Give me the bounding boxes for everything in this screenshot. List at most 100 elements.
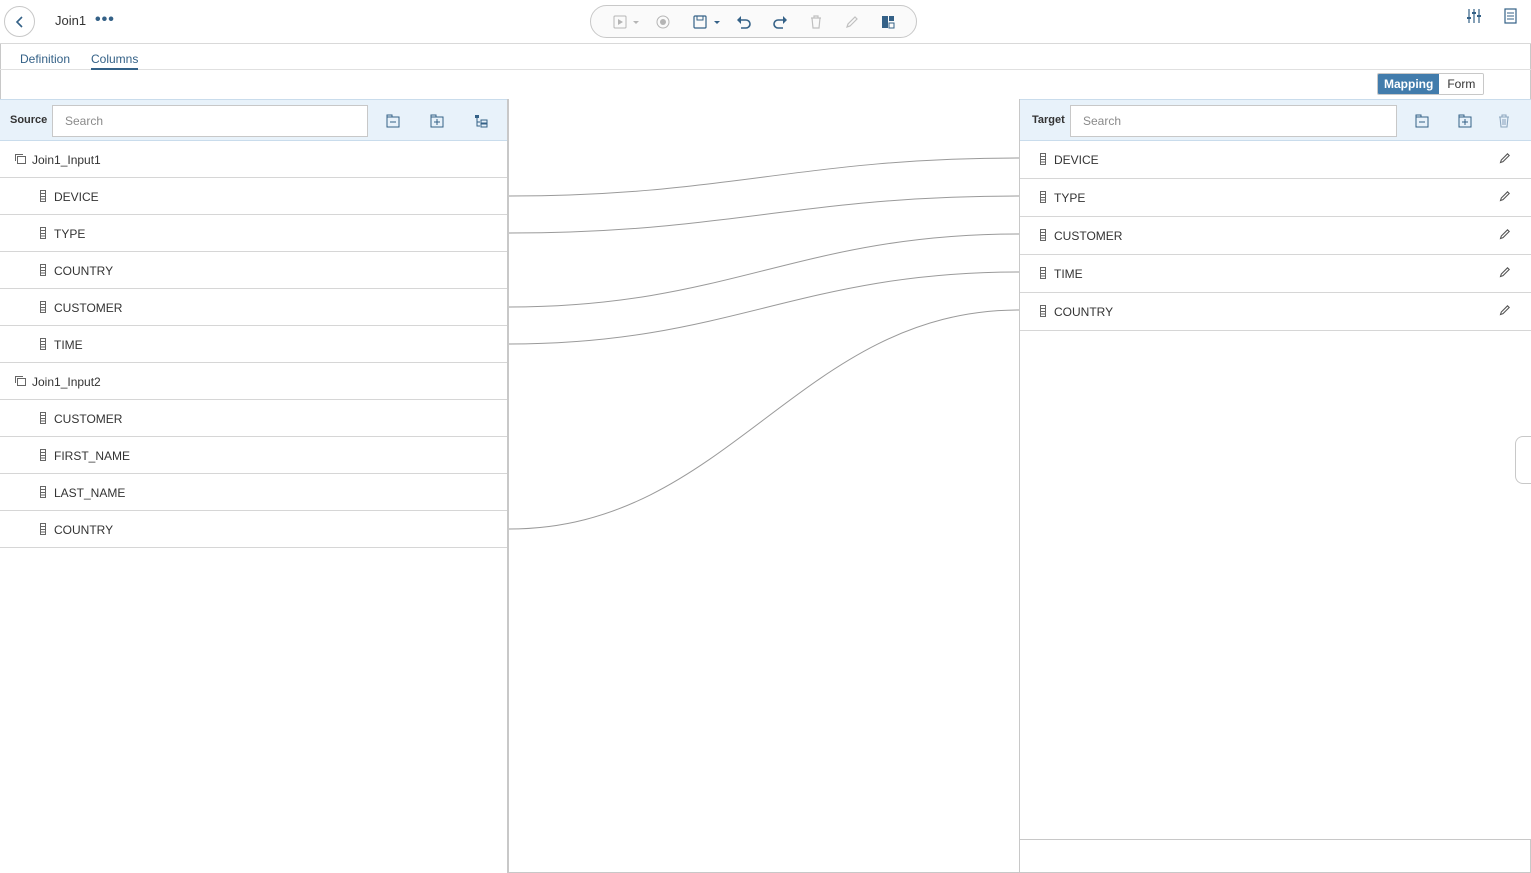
redo-button[interactable] [772,14,788,30]
tab-bar: Definition Columns [0,44,1531,70]
source-column-row[interactable]: COUNTRY [0,252,507,289]
properties-button[interactable] [1503,8,1519,24]
target-column-row[interactable]: COUNTRY [1020,293,1531,331]
edit-column-icon[interactable] [1499,190,1513,204]
tab-definition[interactable]: Definition [20,52,70,68]
source-group-row[interactable]: Join1_Input2 [0,363,507,400]
source-column-label: COUNTRY [54,264,114,278]
expand-all-icon [430,114,444,128]
column-icon [38,190,48,202]
column-icon [38,412,48,424]
source-column-row[interactable]: TYPE [0,215,507,252]
target-column-label: CUSTOMER [1054,229,1123,243]
redo-icon [773,16,787,29]
source-collapse-button[interactable] [385,113,401,129]
target-column-row[interactable]: CUSTOMER [1020,217,1531,255]
stop-icon [656,15,670,29]
source-column-row[interactable]: CUSTOMER [0,289,507,326]
source-column-label: CUSTOMER [54,301,123,315]
add-column-icon [1458,114,1472,128]
settings-button[interactable] [1466,8,1482,24]
save-button[interactable] [693,14,723,30]
column-icon [38,449,48,461]
edit-column-icon[interactable] [1499,152,1513,166]
column-icon [1038,267,1048,279]
source-hierarchy-button[interactable] [473,113,489,129]
hierarchy-icon [475,115,488,128]
edit-column-icon[interactable] [1499,266,1513,280]
target-column-row[interactable]: DEVICE [1020,141,1531,179]
chevron-left-icon [15,15,23,28]
delete-icon [1499,114,1509,128]
column-icon [1038,229,1048,241]
column-icon [1038,191,1048,203]
target-panel: Target Search DEVICE TYPE CUSTOMER TIME COUN… [1019,99,1531,840]
source-column-label: FIRST_NAME [54,449,131,463]
target-label: Target [1032,114,1065,126]
column-icon [1038,153,1048,165]
target-delete-button[interactable] [1496,113,1512,129]
stop-button[interactable] [655,14,671,30]
target-column-label: DEVICE [1054,153,1099,167]
collapse-all-icon [1415,114,1429,128]
edit-column-icon[interactable] [1499,304,1513,318]
target-collapse-button[interactable] [1414,113,1430,129]
form-toggle-button[interactable]: Form [1439,74,1484,94]
delete-button[interactable] [808,14,824,30]
side-panel-handle[interactable] [1515,436,1531,484]
source-column-label: DEVICE [54,190,99,204]
mapping-toggle-button[interactable]: Mapping [1378,74,1440,94]
source-group-label: Join1_Input1 [32,153,101,167]
target-panel-header: Target Search [1020,99,1531,141]
table-icon [15,375,26,387]
source-column-row[interactable]: FIRST_NAME [0,437,507,474]
edit-button[interactable] [844,14,860,30]
tab-columns[interactable]: Columns [91,52,139,70]
source-column-label: TYPE [54,227,86,241]
source-label: Source [10,114,48,126]
target-panel-footer [1019,840,1531,873]
more-options-icon[interactable]: ••• [95,11,115,29]
main-toolbar [590,5,917,38]
page-title: Join1 [55,13,87,28]
run-button[interactable] [613,14,643,30]
delete-icon [811,15,821,29]
table-icon [15,153,26,165]
source-column-label: TIME [54,338,83,352]
column-icon [38,227,48,239]
layout-icon [882,16,895,29]
source-column-row[interactable]: COUNTRY [0,511,507,548]
column-icon [38,264,48,276]
collapse-all-icon [386,114,400,128]
source-column-row[interactable]: DEVICE [0,178,507,215]
run-icon [613,15,639,29]
layout-button[interactable] [880,14,896,30]
column-icon [38,523,48,535]
target-search-input[interactable]: Search [1070,105,1397,137]
source-column-row[interactable]: LAST_NAME [0,474,507,511]
source-expand-button[interactable] [429,113,445,129]
undo-button[interactable] [736,14,752,30]
undo-icon [737,16,751,29]
source-column-label: LAST_NAME [54,486,126,500]
source-column-row[interactable]: CUSTOMER [0,400,507,437]
sliders-icon [1467,9,1481,23]
target-column-label: COUNTRY [1054,305,1114,319]
source-group-label: Join1_Input2 [32,375,101,389]
target-column-row[interactable]: TIME [1020,255,1531,293]
column-icon [38,486,48,498]
edit-column-icon[interactable] [1499,228,1513,242]
source-panel-header: Source Search [0,99,507,141]
view-toggle: Mapping Form [1377,73,1485,95]
target-column-row[interactable]: TYPE [1020,179,1531,217]
target-add-button[interactable] [1457,113,1473,129]
column-icon [38,301,48,313]
target-column-label: TIME [1054,267,1083,281]
source-search-input[interactable]: Search [52,105,368,137]
back-button[interactable] [4,6,35,37]
app-header: Join1 ••• [0,0,1531,44]
source-column-label: COUNTRY [54,523,114,537]
source-group-row[interactable]: Join1_Input1 [0,141,507,178]
target-column-label: TYPE [1054,191,1086,205]
source-column-row[interactable]: TIME [0,326,507,363]
